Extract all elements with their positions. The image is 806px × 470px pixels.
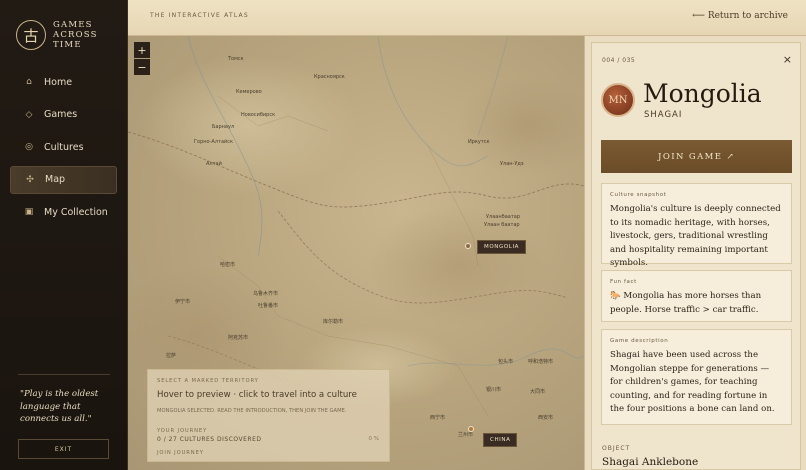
diamond-icon: ◇ [25,109,33,120]
map-place-label: Горно-Алтайск [194,139,234,145]
map-place-label: Улан-Удэ [500,161,524,167]
sidebar-item-cultures[interactable]: ◎ Cultures [10,133,117,161]
card-heading: Game description [610,338,669,344]
join-journey-label: JOIN JOURNEY [157,450,204,456]
sidebar-item-label: My Collection [44,206,108,218]
mongolia-map-pin[interactable] [465,243,471,249]
map-place-label: 阿克苏市 [228,335,249,341]
map-place-label: 兰州市 [458,432,474,438]
exit-button[interactable]: EXIT [18,439,109,459]
map-place-label: 哈密市 [220,262,236,268]
map-place-label: Томск [228,56,244,62]
sidebar-item-label: Games [44,109,78,120]
journey-progress: 0 / 27 CULTURES DISCOVERED [157,436,262,443]
info-card-hint: Hover to preview · click to travel into … [157,390,357,400]
top-bar: THE INTERACTIVE ATLAS ⟵ Return to archiv… [128,0,806,36]
culture-snapshot-card: Culture snapshot Mongolia's culture is d… [601,183,792,268]
globe-icon: ◎ [25,142,33,152]
culture-detail-panel: 004 / 035 × MN Mongolia SHAGAI JOIN GAME… [584,36,806,470]
map-place-label: Иркутск [468,139,490,145]
map-place-label: Новосибирск [241,112,276,118]
game-name: SHAGAI [644,110,683,120]
country-title: Mongolia [643,79,762,108]
brand-line-2: ACROSS [53,30,98,40]
brand-line-3: TIME [53,40,82,50]
map-place-label: 拉萨 [166,353,177,359]
map-place-label: 包头市 [498,359,514,365]
zoom-out-button[interactable]: − [134,59,150,75]
divider [18,374,110,375]
brand-mark-icon: 古 [16,20,46,50]
sidebar-item-label: Map [45,174,66,185]
sidebar-item-label: Home [44,76,73,88]
sidebar-item-games[interactable]: ◇ Games [10,101,117,129]
info-card-selection: MONGOLIA SELECTED. READ THE INTRODUCTION… [157,408,347,414]
map-place-label: Алтай [206,161,222,167]
collection-icon: ▣ [24,207,34,217]
map-place-label: 伊宁市 [175,299,191,305]
panel-card: 004 / 035 × MN Mongolia SHAGAI JOIN GAME… [591,42,801,470]
map-place-label: Красноярск [314,74,345,80]
map-place-label: Улаанбаатар [486,214,521,220]
sidebar-nav: ⌂ Home ◇ Games ◎ Cultures ✣ Map ▣ My Col… [10,68,117,231]
card-heading: Culture snapshot [610,192,667,198]
map-place-label: Кемерово [236,89,262,95]
map-place-label: Барнаул [212,124,235,130]
sidebar-item-label: Cultures [44,141,84,153]
sidebar-item-map[interactable]: ✣ Map [10,165,117,194]
culture-counter: 004 / 035 [602,57,636,64]
map-place-label: 大同市 [530,389,546,395]
card-text: Shagai have been used across the Mongoli… [610,350,775,414]
object-label: OBJECT [602,445,631,452]
home-icon: ⌂ [26,77,32,87]
brand-logo[interactable]: 古 GAMES ACROSS TIME [16,20,98,50]
map-place-label: Улаан баатар [484,222,520,228]
fun-fact-card: Fun fact 🐎 Mongolia has more horses than… [601,270,792,322]
journey-percent: 0 % [368,436,379,442]
atlas-map[interactable]: Томск Красноярск Кемерово Новосибирск Ба… [128,36,584,470]
card-text: Mongolia's culture is deeply connected t… [610,204,781,268]
china-map-pin[interactable] [468,426,474,432]
return-to-archive-link[interactable]: ⟵ Return to archive [692,11,788,21]
page-title: THE INTERACTIVE ATLAS [150,12,249,19]
map-place-label: 西宁市 [430,415,446,421]
sidebar-item-home[interactable]: ⌂ Home [10,68,117,96]
card-heading: Fun fact [610,279,637,285]
map-place-label: 乌鲁木齐市 [253,291,279,297]
map-info-card: SELECT A MARKED TERRITORY Hover to previ… [147,369,390,462]
join-game-button[interactable]: JOIN GAME ↗ [601,140,792,173]
zoom-in-button[interactable]: + [134,42,150,58]
sidebar-quote: "Play is the oldest language that connec… [20,389,99,424]
map-place-label: 银川市 [486,387,502,393]
map-place-label: 西安市 [538,415,554,421]
map-place-label: 库尔勒市 [323,319,344,325]
info-card-title: SELECT A MARKED TERRITORY [157,378,259,384]
country-badge: MN [601,83,635,117]
object-name: Shagai Anklebone [602,456,699,468]
sidebar-item-my-collection[interactable]: ▣ My Collection [10,198,117,226]
card-text: 🐎 Mongolia has more horses than people. … [610,291,762,315]
sidebar: 古 GAMES ACROSS TIME ⌂ Home ◇ Games ◎ Cul… [0,0,128,470]
journey-label: YOUR JOURNEY [157,428,208,434]
map-place-label: 呼和浩特市 [528,359,554,365]
map-marker-china[interactable]: CHINA [483,433,518,447]
brand-name: GAMES ACROSS TIME [53,20,98,50]
game-description-card: Game description Shagai have been used a… [601,329,792,425]
close-icon[interactable]: × [783,53,792,66]
compass-icon: ✣ [26,174,34,185]
brand-line-1: GAMES [53,20,93,30]
map-marker-mongolia[interactable]: MONGOLIA [477,240,527,254]
map-place-label: 吐鲁番市 [258,303,279,309]
